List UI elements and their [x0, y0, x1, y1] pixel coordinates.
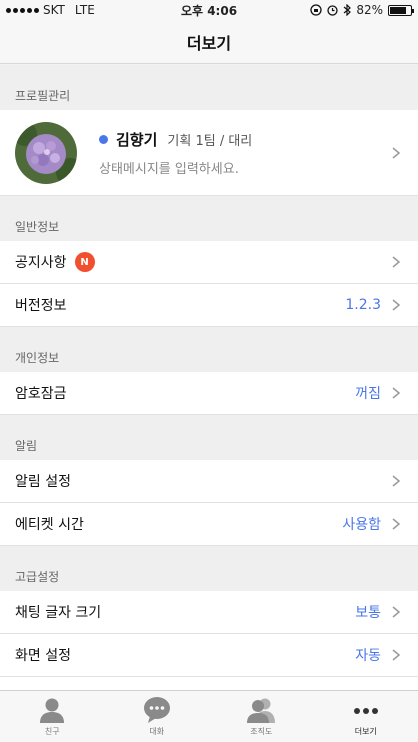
- network-label: LTE: [74, 3, 95, 17]
- chevron-right-icon: [392, 146, 401, 159]
- status-left: SKT LTE: [6, 3, 146, 17]
- chevron-right-icon: [392, 475, 401, 487]
- tab-label: 대화: [149, 727, 165, 736]
- alert-settings-row[interactable]: 알림 설정: [0, 460, 418, 503]
- profile-department: 기획 1팀 / 대리: [167, 133, 253, 149]
- tab-chat[interactable]: 대화: [105, 691, 210, 742]
- screen-settings-row[interactable]: 화면 설정 자동: [0, 634, 418, 677]
- notice-label: 공지사항: [15, 255, 67, 271]
- page-title: 더보기: [186, 33, 232, 53]
- person-icon: [40, 698, 65, 723]
- chevron-right-icon: [392, 606, 401, 618]
- chat-font-size-row[interactable]: 채팅 글자 크기 보통: [0, 591, 418, 634]
- chevron-right-icon: [392, 387, 401, 399]
- version-row[interactable]: 버전정보 1.2.3: [0, 284, 418, 327]
- new-badge: N: [74, 252, 95, 272]
- tab-label: 더보기: [354, 727, 377, 736]
- notice-row[interactable]: 공지사항 N: [0, 241, 418, 284]
- org-chart-icon: [247, 698, 276, 723]
- chevron-right-icon: [392, 649, 401, 661]
- more-dots-icon: [353, 708, 378, 714]
- status-bar: SKT LTE 오후 4:06 82%: [0, 0, 418, 20]
- chat-font-size-value: 보통: [355, 605, 381, 621]
- partial-row[interactable]: [0, 677, 418, 690]
- screen-settings-value: 자동: [355, 648, 381, 664]
- bluetooth-icon: [343, 4, 352, 16]
- chevron-right-icon: [392, 256, 401, 268]
- version-value: 1.2.3: [345, 297, 381, 313]
- profile-info: 김향기 기획 1팀 / 대리 상태메시지를 입력하세요.: [99, 129, 391, 177]
- avatar: [15, 121, 77, 184]
- etiquette-time-value: 사용함: [342, 517, 381, 533]
- chevron-right-icon: [392, 299, 401, 311]
- settings-list[interactable]: 프로필관리 김향기 기획 1팀 / 대리 상태메시지를 입력하세요. 일반정보 …: [0, 65, 418, 690]
- battery-percent: 82%: [356, 3, 383, 17]
- rotation-lock-icon: [310, 4, 322, 16]
- passcode-lock-label: 암호잠금: [15, 386, 67, 402]
- status-time: 오후 4:06: [180, 3, 238, 18]
- carrier-label: SKT: [43, 3, 65, 17]
- tab-label: 친구: [44, 727, 60, 736]
- profile-name: 김향기: [116, 130, 158, 149]
- status-right: 82%: [272, 3, 414, 17]
- section-header-profile: 프로필관리: [0, 65, 418, 110]
- passcode-lock-row[interactable]: 암호잠금 꺼짐: [0, 372, 418, 415]
- nav-bar: 더보기: [0, 20, 418, 64]
- chat-font-size-label: 채팅 글자 크기: [15, 605, 102, 621]
- chat-bubble-icon: [143, 697, 170, 723]
- battery-fill: [390, 6, 407, 14]
- etiquette-time-label: 에티켓 시간: [15, 517, 84, 533]
- passcode-lock-value: 꺼짐: [355, 386, 381, 402]
- tab-more[interactable]: 더보기: [314, 691, 418, 742]
- alert-settings-label: 알림 설정: [15, 474, 71, 490]
- tab-bar: 친구 대화 조직도 더보기: [0, 690, 418, 742]
- profile-line: 김향기 기획 1팀 / 대리: [99, 129, 391, 150]
- battery-icon: [388, 4, 414, 16]
- section-header-personal: 개인정보: [0, 327, 418, 372]
- section-header-alerts: 알림: [0, 415, 418, 460]
- etiquette-time-row[interactable]: 에티켓 시간 사용함: [0, 503, 418, 546]
- section-header-general: 일반정보: [0, 196, 418, 241]
- tab-friends[interactable]: 친구: [0, 691, 105, 742]
- status-message: 상태메시지를 입력하세요.: [99, 161, 239, 177]
- tab-org-chart[interactable]: 조직도: [209, 691, 314, 742]
- profile-row[interactable]: 김향기 기획 1팀 / 대리 상태메시지를 입력하세요.: [0, 110, 418, 196]
- section-header-advanced: 고급설정: [0, 546, 418, 591]
- chevron-right-icon: [392, 518, 401, 530]
- alarm-icon: [327, 5, 338, 16]
- screen-settings-label: 화면 설정: [15, 648, 71, 664]
- presence-dot-icon: [99, 134, 108, 144]
- signal-strength-icon: [6, 7, 39, 13]
- tab-label: 조직도: [250, 727, 273, 736]
- version-label: 버전정보: [15, 298, 67, 314]
